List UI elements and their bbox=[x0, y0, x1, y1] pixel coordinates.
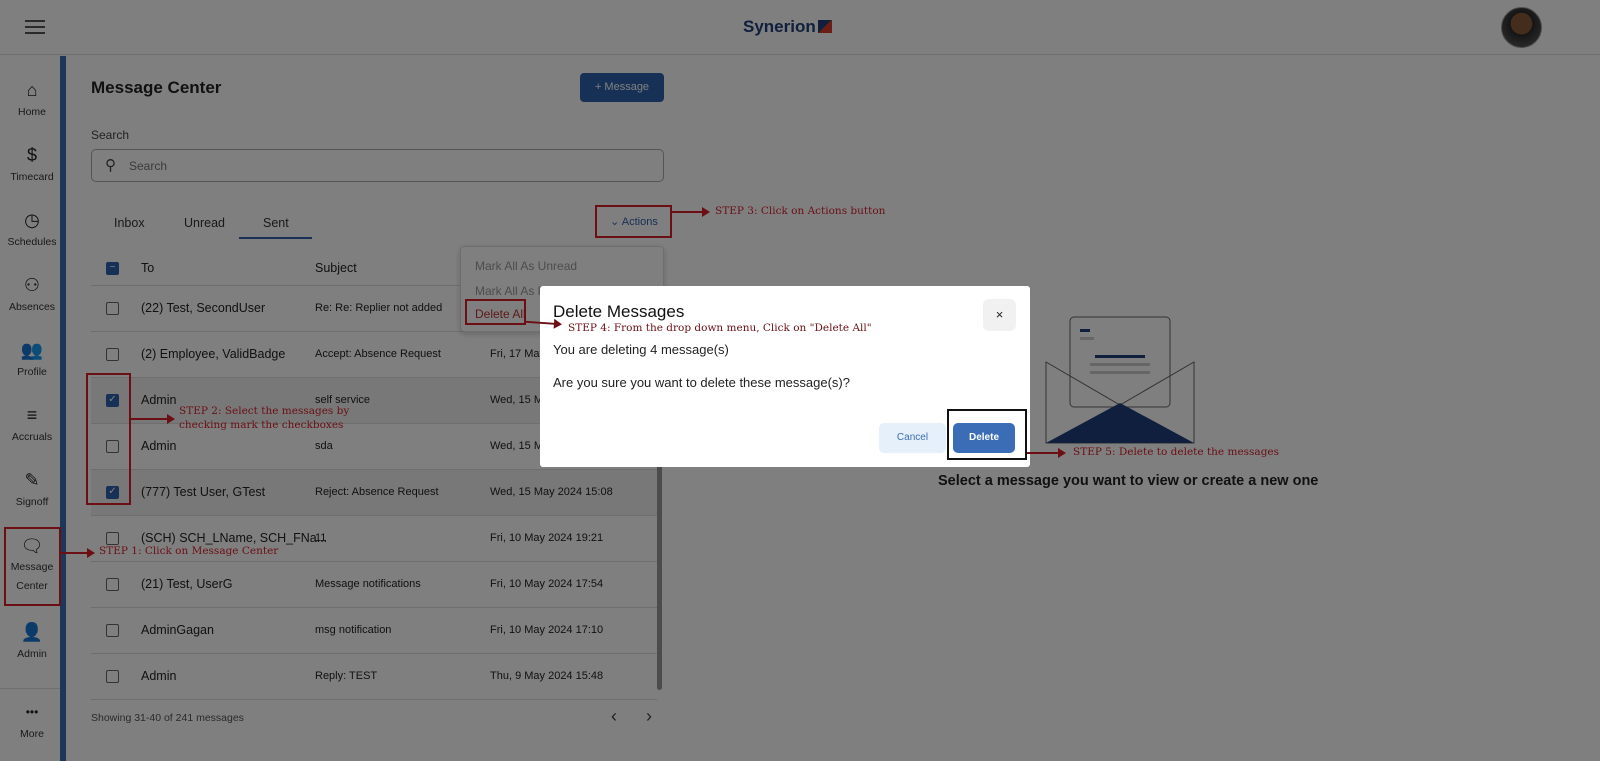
annotation-step3: STEP 3: Click on Actions button bbox=[715, 205, 886, 217]
cancel-button[interactable]: Cancel bbox=[879, 423, 946, 453]
annotation-box-step2 bbox=[86, 373, 131, 505]
annotation-arrow bbox=[1027, 448, 1066, 458]
annotation-arrow bbox=[131, 414, 175, 424]
annotation-step2-cont: checking mark the checkboxes bbox=[179, 419, 344, 431]
annotation-step1: STEP 1: Click on Message Center bbox=[99, 545, 279, 557]
close-icon[interactable]: × bbox=[983, 299, 1016, 331]
annotation-step5: STEP 5: Delete to delete the messages bbox=[1073, 446, 1280, 458]
annotation-arrow bbox=[61, 548, 95, 558]
dialog-count-text: You are deleting 4 message(s) bbox=[553, 342, 729, 357]
annotation-step4: STEP 4: From the drop down menu, Click o… bbox=[568, 322, 872, 334]
annotation-box-step3 bbox=[595, 205, 672, 238]
annotation-arrow bbox=[672, 207, 710, 217]
annotation-box-step1 bbox=[4, 527, 61, 606]
annotation-box-step5 bbox=[947, 409, 1027, 460]
dialog-confirm-text: Are you sure you want to delete these me… bbox=[553, 375, 850, 390]
annotation-step2: STEP 2: Select the messages by bbox=[179, 405, 350, 417]
annotation-box-step4 bbox=[465, 299, 526, 325]
dialog-title: Delete Messages bbox=[553, 302, 685, 321]
